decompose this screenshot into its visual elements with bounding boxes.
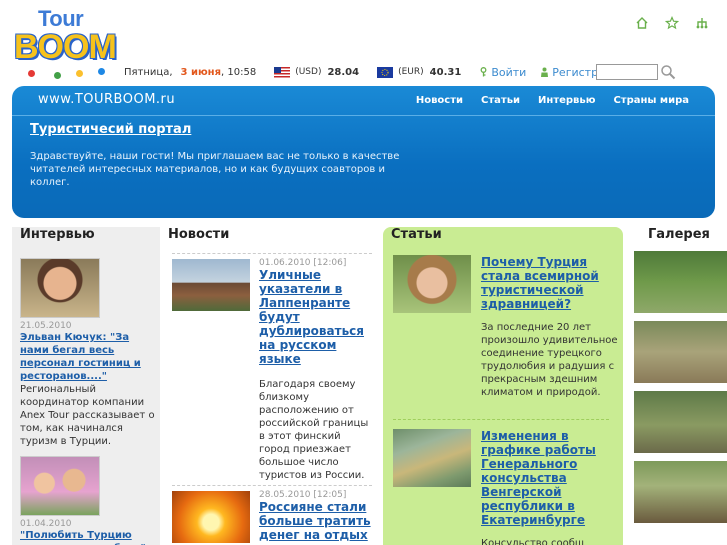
usd-label: (USD) — [295, 67, 322, 77]
portal-title[interactable]: Туристичесий портал — [30, 122, 191, 137]
home-icon[interactable] — [635, 16, 649, 30]
article-title[interactable]: Почему Турция стала всемирной туристичес… — [481, 255, 619, 311]
user-icon — [541, 67, 549, 77]
article-photo[interactable] — [393, 429, 471, 487]
interview-item: 21.05.2010 Эльван Кючук: "За нами бегал … — [20, 258, 156, 448]
article-item: Изменения в графике работы Генерального … — [393, 429, 619, 545]
articles-heading: Статьи — [391, 227, 442, 242]
news-summary: Благодаря своему близкому расположению о… — [259, 379, 369, 481]
gallery-heading: Галерея — [648, 227, 710, 242]
gallery-image[interactable] — [634, 251, 727, 313]
site-logo[interactable]: Tour BOOM — [10, 6, 120, 80]
gallery-image[interactable] — [634, 321, 727, 383]
interview-item: 01.04.2010 "Полюбить Турцию мне помогла … — [20, 456, 156, 545]
eur-rate: 40.31 — [429, 66, 462, 78]
star-icon[interactable] — [664, 15, 680, 30]
logo-text-boom: BOOM — [14, 28, 117, 66]
interview-photo[interactable] — [20, 258, 100, 318]
news-date: 01.06.2010 [12:06] — [259, 258, 347, 268]
login-link[interactable]: Войти — [479, 66, 526, 79]
login-label: Войти — [491, 65, 527, 79]
eur-label: (EUR) — [398, 67, 424, 77]
usd-rate: 28.04 — [327, 66, 360, 78]
interview-column: Интервью 21.05.2010 Эльван Кючук: "За на… — [12, 227, 160, 545]
day-label: Пятница, — [124, 66, 173, 78]
gallery-image[interactable] — [634, 391, 727, 453]
main-nav: Новости Статьи Интервью Страны мира — [416, 95, 689, 106]
article-summary: Консульство сообщ — [481, 538, 585, 545]
news-photo[interactable] — [172, 491, 250, 543]
eu-flag-icon — [377, 66, 394, 78]
interview-date: 01.04.2010 — [20, 519, 72, 529]
news-date: 28.05.2010 [12:05] — [259, 490, 347, 500]
article-photo[interactable] — [393, 255, 471, 313]
portal-welcome-text: Здравствуйте, наши гости! Мы приглашаем … — [30, 151, 400, 188]
interview-photo[interactable] — [20, 456, 100, 516]
site-url[interactable]: www.TOURBOOM.ru — [38, 92, 175, 107]
nav-countries[interactable]: Страны мира — [613, 95, 689, 106]
news-title[interactable]: Россияне стали больше тратить денег на о… — [259, 500, 372, 542]
interview-title[interactable]: Эльван Кючук: "За нами бегал весь персон… — [20, 331, 156, 383]
article-summary: За последние 20 лет произошло удивительн… — [481, 322, 618, 398]
nav-interview[interactable]: Интервью — [538, 95, 595, 106]
interview-heading: Интервью — [20, 227, 95, 242]
interview-title[interactable]: "Полюбить Турцию мне помогла любовь" — [20, 529, 156, 545]
nav-news[interactable]: Новости — [416, 95, 463, 106]
us-flag-icon — [274, 66, 291, 78]
current-time: , 10:58 — [221, 66, 257, 78]
gallery-image[interactable] — [634, 461, 727, 523]
news-item: 28.05.2010 [12:05] Россияне стали больше… — [172, 485, 372, 543]
news-title[interactable]: Уличные указатели в Лаппенранте будут ду… — [259, 268, 372, 366]
interview-date: 21.05.2010 — [20, 321, 72, 331]
search-icon[interactable] — [660, 63, 676, 81]
top-icon-bar — [635, 15, 709, 30]
article-item: Почему Турция стала всемирной туристичес… — [393, 255, 619, 399]
articles-column: Статьи Почему Турция стала всемирной тур… — [383, 227, 623, 545]
key-icon — [480, 67, 487, 77]
news-heading: Новости — [168, 227, 230, 242]
hero-banner: www.TOURBOOM.ru Новости Статьи Интервью … — [12, 86, 715, 218]
article-divider — [393, 419, 609, 420]
news-photo[interactable] — [172, 259, 250, 311]
article-title[interactable]: Изменения в графике работы Генерального … — [481, 429, 619, 527]
sitemap-icon[interactable] — [695, 16, 709, 30]
search-input[interactable] — [596, 64, 658, 80]
interview-summary: Региональный координатор компании Anex T… — [20, 384, 155, 447]
nav-articles[interactable]: Статьи — [481, 95, 520, 106]
news-item: 01.06.2010 [12:06] Уличные указатели в Л… — [172, 253, 372, 482]
current-date: 3 июня — [180, 66, 222, 78]
